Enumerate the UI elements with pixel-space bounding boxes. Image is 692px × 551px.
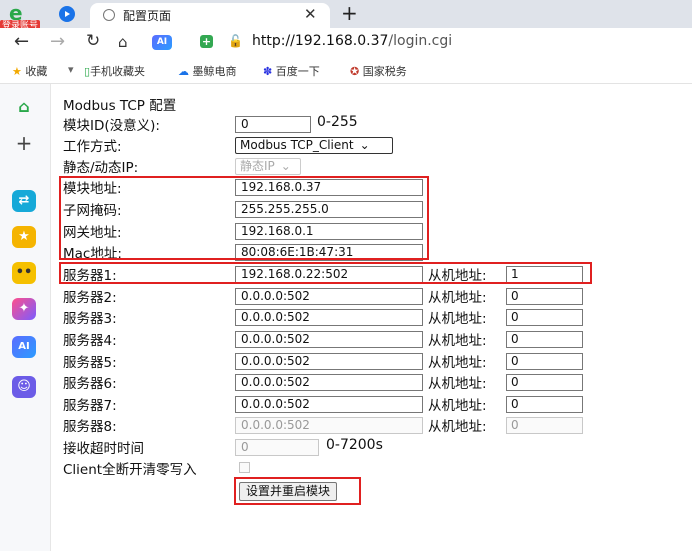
chevron-down-icon: ⌄: [359, 138, 370, 152]
plus-icon[interactable]: +: [12, 132, 36, 154]
globe-icon: [103, 9, 115, 21]
client-clear-checkbox[interactable]: [239, 462, 250, 473]
home-icon[interactable]: ⌂: [118, 33, 128, 51]
navigation-toolbar: ← → ↻ ⌂ AI + 🔓 http://192.168.0.37/login…: [0, 28, 692, 58]
chevron-down-icon[interactable]: ▾: [68, 63, 74, 76]
server-5-input[interactable]: 0.0.0.0:502: [235, 353, 423, 370]
close-icon[interactable]: ✕: [304, 5, 317, 23]
star-icon[interactable]: ★: [12, 226, 36, 248]
server-2-input[interactable]: 0.0.0.0:502: [235, 288, 423, 305]
network-settings-highlight: [59, 176, 429, 260]
paw-icon: ✽: [263, 65, 273, 78]
server-6-slave-label: 从机地址:: [428, 376, 487, 392]
module-id-input[interactable]: 0: [235, 116, 311, 133]
server-4-slave-label: 从机地址:: [428, 333, 487, 349]
server-3-slave-input[interactable]: 0: [506, 309, 583, 326]
server-8-input[interactable]: 0.0.0.0:502: [235, 417, 423, 434]
server-7-slave-input[interactable]: 0: [506, 396, 583, 413]
insecure-connection-icon[interactable]: 🔓: [228, 34, 243, 48]
translate-icon[interactable]: ⇄: [12, 190, 36, 212]
server-5-slave-input[interactable]: 0: [506, 353, 583, 370]
chevron-down-icon: ⌄: [280, 159, 291, 173]
tab-config-page[interactable]: 配置页面 ✕: [90, 3, 330, 28]
tab-title: 配置页面: [123, 9, 172, 23]
module-id-range: 0-255: [317, 114, 358, 130]
server-8-slave-input[interactable]: 0: [506, 417, 583, 434]
security-shield-icon[interactable]: +: [200, 35, 213, 48]
server-5-slave-label: 从机地址:: [428, 355, 487, 371]
home-icon[interactable]: ⌂: [12, 96, 36, 118]
server-3-input[interactable]: 0.0.0.0:502: [235, 309, 423, 326]
work-mode-select[interactable]: Modbus TCP_Client ⌄: [235, 137, 393, 154]
server-7-slave-label: 从机地址:: [428, 398, 487, 414]
bookmarks-bar: ★ 收藏 ▾ ▯手机收藏夹 ☁ 墨鲸电商 ✽ 百度一下 ✪ 国家税务: [0, 58, 692, 84]
server-3-slave-label: 从机地址:: [428, 311, 487, 327]
server-4-label: 服务器4:: [63, 333, 117, 349]
work-mode-value: Modbus TCP_Client: [240, 138, 354, 152]
ip-mode-value: 静态IP: [240, 159, 275, 173]
emblem-icon: ✪: [350, 65, 360, 78]
page-title: Modbus TCP 配置: [63, 98, 177, 114]
url-path: /login.cgi: [388, 33, 453, 49]
back-arrow-icon[interactable]: ←: [14, 31, 29, 52]
server-7-input[interactable]: 0.0.0.0:502: [235, 396, 423, 413]
bookmark-favorites[interactable]: ★ 收藏: [12, 63, 47, 79]
forward-arrow-icon[interactable]: →: [50, 31, 65, 52]
reload-icon[interactable]: ↻: [86, 31, 100, 51]
server-6-label: 服务器6:: [63, 376, 117, 392]
server-1-highlight: [59, 262, 592, 284]
bookmark-baidu[interactable]: ✽ 百度一下: [263, 63, 320, 79]
url-host: http://192.168.0.37: [252, 33, 389, 49]
submit-highlight: [234, 477, 361, 505]
server-4-input[interactable]: 0.0.0.0:502: [235, 331, 423, 348]
timeout-range: 0-7200s: [326, 437, 383, 453]
timeout-input[interactable]: 0: [235, 439, 319, 456]
module-id-label: 模块ID(没意义):: [63, 118, 160, 134]
ai-icon[interactable]: AI: [12, 336, 36, 358]
bookmark-tax[interactable]: ✪ 国家税务: [350, 63, 407, 79]
server-5-label: 服务器5:: [63, 355, 117, 371]
server-6-input[interactable]: 0.0.0.0:502: [235, 374, 423, 391]
config-form: Modbus TCP 配置 模块ID(没意义): 0 0-255 工作方式: M…: [50, 84, 692, 551]
work-mode-label: 工作方式:: [63, 139, 122, 155]
chat-icon[interactable]: ☺: [12, 376, 36, 398]
server-6-slave-input[interactable]: 0: [506, 374, 583, 391]
server-4-slave-input[interactable]: 0: [506, 331, 583, 348]
ip-mode-select[interactable]: 静态IP ⌄: [235, 158, 301, 175]
server-8-slave-label: 从机地址:: [428, 419, 487, 435]
ai-assistant-icon[interactable]: ✦: [12, 298, 36, 320]
cloud-icon: ☁: [178, 65, 189, 78]
server-7-label: 服务器7:: [63, 398, 117, 414]
star-icon: ★: [12, 65, 22, 78]
server-8-label: 服务器8:: [63, 419, 117, 435]
client-clear-label: Client全断开清零写入: [63, 462, 197, 478]
left-sidebar: ⌂ + ⇄ ★ •• ✦ AI ☺: [0, 84, 51, 551]
tab-strip: e 登录账号 配置页面 ✕ +: [0, 0, 692, 32]
browser-shield-icon[interactable]: [59, 6, 75, 22]
bookmark-mojing[interactable]: ☁ 墨鲸电商: [178, 63, 237, 79]
address-bar[interactable]: http://192.168.0.37/login.cgi: [252, 33, 452, 49]
ai-icon[interactable]: AI: [152, 35, 172, 50]
robot-icon[interactable]: ••: [12, 262, 36, 284]
server-2-label: 服务器2:: [63, 290, 117, 306]
new-tab-plus-icon[interactable]: +: [341, 1, 358, 25]
ip-mode-label: 静态/动态IP:: [63, 160, 139, 176]
bookmark-mobile-favorites[interactable]: ▯手机收藏夹: [84, 63, 145, 79]
server-2-slave-label: 从机地址:: [428, 290, 487, 306]
timeout-label: 接收超时时间: [63, 441, 144, 457]
server-2-slave-input[interactable]: 0: [506, 288, 583, 305]
server-3-label: 服务器3:: [63, 311, 117, 327]
